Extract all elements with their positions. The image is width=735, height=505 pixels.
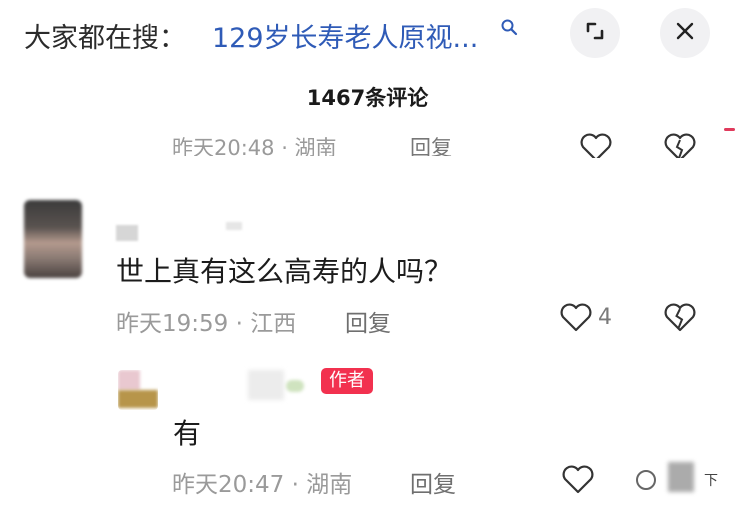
close-button[interactable] <box>660 8 710 58</box>
edge-marker <box>724 128 735 131</box>
author-badge: 作者 <box>321 368 373 394</box>
watermark-block <box>668 462 694 492</box>
watermark-text: 下 <box>704 473 719 489</box>
reply-username-blurred[interactable] <box>232 366 312 406</box>
watermark-ring <box>636 470 656 490</box>
previous-reply-meta: 昨天20:48 · 湖南 <box>172 136 337 156</box>
username-blurred[interactable] <box>116 222 256 244</box>
avatar[interactable] <box>24 200 82 278</box>
broken-heart-icon[interactable] <box>662 302 698 334</box>
search-suggestion-link[interactable]: 129岁长寿老人原视... <box>212 16 478 55</box>
search-prefix-label: 大家都在搜： <box>24 23 186 54</box>
previous-like-icon[interactable] <box>578 132 614 158</box>
comment-count-title: 1467条评论 <box>306 86 429 110</box>
reply-button[interactable]: 回复 <box>345 304 391 338</box>
reply-meta: 昨天20:47 · 湖南 <box>172 472 353 498</box>
reply-heart-icon[interactable] <box>560 464 596 496</box>
comment-meta: 昨天19:59 · 江西 <box>116 311 297 337</box>
previous-reply-button[interactable]: 回复 <box>410 128 452 156</box>
comment-text: 世上真有这么高寿的人吗？ <box>116 255 453 288</box>
expand-icon <box>583 19 607 47</box>
heart-icon[interactable] <box>558 302 594 334</box>
scroll-clip <box>0 120 735 132</box>
reply-text: 有 <box>173 417 202 450</box>
reply-to-reply-button[interactable]: 回复 <box>410 465 456 499</box>
previous-dislike-icon[interactable] <box>662 132 698 158</box>
like-count: 4 <box>598 305 612 330</box>
close-icon <box>674 20 696 46</box>
search-icon[interactable] <box>500 18 518 36</box>
expand-button[interactable] <box>570 8 620 58</box>
reply-avatar[interactable] <box>118 370 158 410</box>
